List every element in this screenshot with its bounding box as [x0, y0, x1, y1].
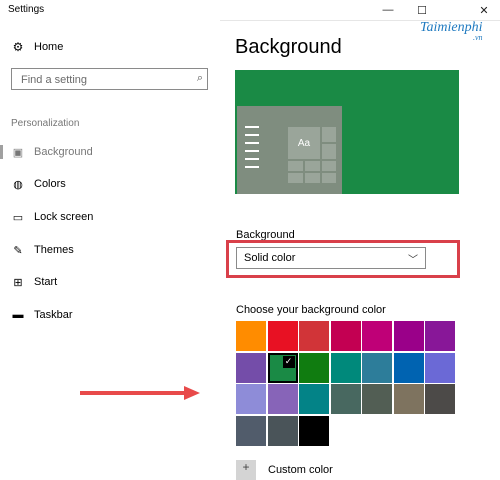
color-swatch[interactable]	[299, 384, 329, 414]
close-button[interactable]: ✕	[468, 0, 500, 20]
custom-color-label: Custom color	[268, 464, 333, 476]
sidebar-item-lock-screen[interactable]: ▭ Lock screen	[0, 205, 220, 229]
custom-color-button[interactable]: + Custom color	[236, 460, 333, 480]
color-swatch[interactable]	[425, 321, 455, 351]
home-label: Home	[34, 41, 64, 53]
palette-icon: ◍	[13, 178, 23, 191]
color-swatch[interactable]: ✓	[267, 352, 298, 383]
color-swatch[interactable]	[393, 384, 424, 414]
color-swatch[interactable]	[393, 352, 424, 383]
search-input[interactable]	[19, 70, 193, 90]
sidebar-item-label: Lock screen	[34, 211, 94, 223]
color-swatch[interactable]	[362, 321, 392, 351]
page-title: Background	[235, 36, 342, 58]
chevron-down-icon: ﹀	[408, 255, 418, 266]
sidebar-item-background[interactable]: ▣ Background	[0, 140, 220, 164]
brush-icon: ✎	[13, 244, 23, 257]
sidebar-item-themes[interactable]: ✎ Themes	[0, 238, 220, 262]
sidebar-home[interactable]: ⚙ Home	[11, 40, 64, 54]
color-swatch[interactable]	[330, 384, 361, 414]
minimize-button[interactable]: —	[372, 0, 404, 20]
preview-tiles: Aa	[287, 126, 337, 184]
color-swatch[interactable]	[236, 352, 266, 383]
window-title: Settings	[8, 4, 45, 15]
color-swatch[interactable]	[236, 321, 266, 351]
title-bar: Settings — ☐ ✕	[0, 0, 500, 21]
color-swatch[interactable]	[267, 321, 298, 351]
search-box[interactable]: ⌕	[11, 68, 208, 90]
section-heading: Personalization	[11, 118, 80, 129]
background-type-dropdown[interactable]: Solid color ﹀	[236, 247, 426, 269]
sidebar-item-label: Themes	[34, 244, 74, 256]
search-icon[interactable]: ⌕	[197, 72, 203, 85]
color-swatch[interactable]	[236, 415, 266, 446]
checkmark-icon: ✓	[282, 355, 295, 368]
color-swatch[interactable]	[299, 415, 329, 446]
lock-screen-icon: ▭	[12, 211, 24, 224]
preview-menu	[245, 126, 265, 174]
sidebar-item-taskbar[interactable]: ▬ Taskbar	[0, 303, 220, 327]
choose-color-label: Choose your background color	[236, 304, 386, 316]
color-swatch[interactable]	[267, 415, 298, 446]
color-swatch[interactable]	[393, 321, 424, 351]
gear-icon: ⚙	[12, 40, 24, 54]
sidebar-item-colors[interactable]: ◍ Colors	[0, 172, 220, 196]
sidebar-item-start[interactable]: ⊞ Start	[0, 270, 220, 294]
plus-icon: +	[236, 460, 256, 480]
maximize-button[interactable]: ☐	[406, 0, 438, 20]
start-icon: ⊞	[13, 276, 23, 289]
sidebar-item-label: Background	[34, 146, 93, 158]
watermark-logo: Taimienphi .vn	[420, 20, 483, 42]
sidebar-item-label: Taskbar	[34, 309, 73, 321]
color-swatch[interactable]	[299, 321, 329, 351]
preview-sample-tile: Aa	[287, 126, 321, 160]
color-swatch[interactable]	[330, 352, 361, 383]
color-swatch[interactable]	[330, 321, 361, 351]
color-swatch[interactable]	[362, 352, 392, 383]
taskbar-icon: ▬	[12, 309, 24, 321]
desktop-preview: Aa	[235, 70, 459, 194]
color-swatch[interactable]	[425, 384, 455, 414]
color-swatch[interactable]	[236, 384, 266, 414]
active-indicator	[0, 145, 3, 159]
picture-icon: ▣	[12, 146, 24, 159]
preview-window: Aa	[237, 106, 342, 194]
color-swatch[interactable]	[299, 352, 329, 383]
annotation-arrow	[80, 386, 200, 400]
sidebar-item-label: Colors	[34, 178, 66, 190]
color-swatch[interactable]	[425, 352, 455, 383]
color-swatch[interactable]	[267, 384, 298, 414]
sidebar-item-label: Start	[34, 276, 58, 288]
dropdown-value: Solid color	[244, 252, 296, 264]
color-swatch[interactable]	[362, 384, 392, 414]
